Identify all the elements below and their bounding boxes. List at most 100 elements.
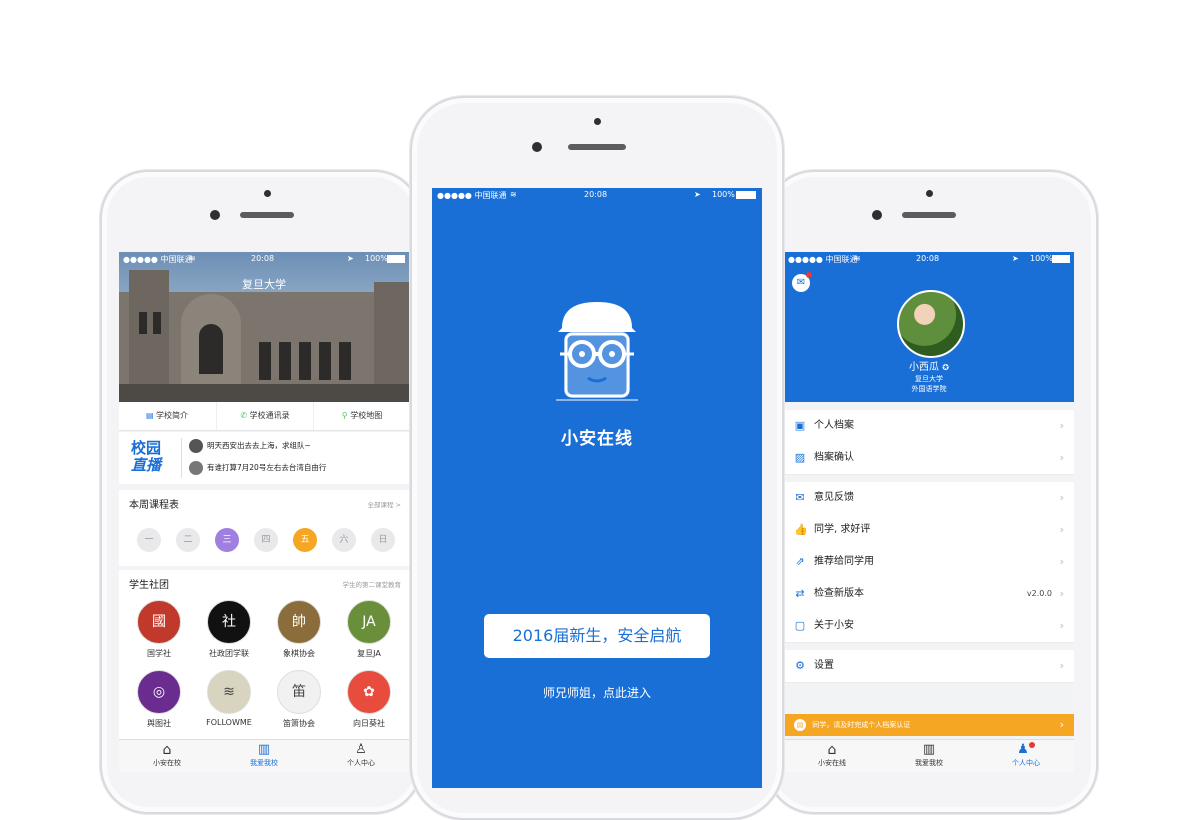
club-logo-icon: JA [347, 600, 391, 644]
location-icon: ➤ [694, 190, 701, 199]
quick-link-map[interactable]: ⚲ 学校地图 [313, 402, 409, 430]
avatar [189, 461, 203, 475]
wifi-icon: ≋ [189, 254, 196, 263]
thumbs-up-icon: 👍 [794, 523, 808, 536]
chevron-right-icon: › [1059, 587, 1064, 600]
verify-banner[interactable]: ▤ 同学，请及时完成个人档案认证 › [784, 714, 1074, 736]
menu-rate[interactable]: 👍 同学, 求好评 › [784, 514, 1074, 547]
club-logo-icon: ✿ [347, 670, 391, 714]
weekday-2[interactable]: 二 [176, 528, 200, 552]
time: 20:08 [584, 190, 608, 199]
clubs-card: 学生社团 学生的第二课堂教育 國国学社社社政团学联帥象棋协会 JA 复旦JA ◎ 舆图社… [119, 570, 409, 740]
menu-feedback[interactable]: ✉ 意见反馈 › [784, 482, 1074, 515]
club-logo-icon: 帥 [277, 600, 321, 644]
club-item[interactable]: 笛笛箫协会 [269, 670, 329, 729]
club-name: 舆图社 [147, 719, 171, 728]
club-item[interactable]: ✿ 向日葵社 [339, 670, 399, 729]
weekday-4[interactable]: 四 [254, 528, 278, 552]
screen-profile: ✉ 小西瓜 ✪ 复旦大学 外国语学院 ●●●●● 中国联通 ≋ 20:08 ➤ … [784, 252, 1074, 772]
user-name: 小西瓜 ✪ [909, 362, 949, 373]
tab-school[interactable]: ▥ 我爱我校 [216, 740, 312, 768]
club-item[interactable]: ◎ 舆图社 [129, 670, 189, 729]
user-college: 外国语学院 [911, 385, 947, 393]
user-icon: ♟ [978, 742, 1074, 758]
weekday-1[interactable]: 一 [137, 528, 161, 552]
phone-right: ✉ 小西瓜 ✪ 复旦大学 外国语学院 ●●●●● 中国联通 ≋ 20:08 ➤ … [766, 170, 1098, 814]
location-icon: ➤ [347, 254, 354, 263]
speaker [568, 144, 626, 150]
app-name: 小安在线 [561, 429, 633, 449]
sensor [926, 190, 933, 197]
club-item[interactable]: 國国学社 [129, 600, 189, 659]
tab-school[interactable]: ▥ 我爱我校 [881, 740, 977, 768]
battery-icon [736, 191, 756, 199]
club-item[interactable]: 社社政团学联 [199, 600, 259, 659]
club-name: 社政团学联 [209, 649, 249, 658]
weekday-7[interactable]: 日 [371, 528, 395, 552]
club-item[interactable]: ≋ FOLLOWME [199, 670, 259, 727]
quick-link-directory[interactable]: ✆ 学校通讯录 [216, 402, 313, 430]
avatar[interactable] [897, 290, 965, 358]
user-school: 复旦大学 [915, 375, 943, 383]
tab-home[interactable]: ⌂ 小安在校 [119, 740, 215, 768]
status-bar: ●●●●● 中国联通 ≋ 20:08 ➤ 100% [784, 252, 1074, 266]
id-card-icon: ▣ [794, 419, 806, 432]
tab-bar: ⌂ 小安在校 ▥ 我爱我校 ♙ 个人中心 [119, 739, 409, 772]
schedule-more-link[interactable]: 全部课程 > [367, 499, 401, 509]
club-name: 象棋协会 [283, 649, 315, 658]
weekday-3[interactable]: 三 [215, 528, 239, 552]
live-item[interactable]: 明天西安出去去上海，求组队~ [189, 438, 311, 454]
gear-icon: ⚙ [795, 659, 805, 672]
tab-bar: ⌂ 小安在线 ▥ 我爱我校 ♟ 个人中心 [784, 739, 1074, 772]
mail-icon: ✉ [795, 491, 805, 504]
status-bar: ●●●●● 中国联通 ≋ 20:08 ➤ 100% [119, 252, 409, 266]
weekday-6[interactable]: 六 [332, 528, 356, 552]
menu-about[interactable]: ▢ 关于小安 › [784, 610, 1074, 643]
front-camera [872, 210, 882, 220]
menu-update[interactable]: ⇄ 检查新版本 v2.0.0 › [784, 578, 1074, 611]
club-item[interactable]: 帥象棋协会 [269, 600, 329, 659]
speaker [240, 212, 294, 218]
location-icon: ➤ [1012, 254, 1019, 263]
enter-link[interactable]: 师兄师姐，点此进入 [432, 684, 762, 701]
club-name: FOLLOWME [206, 718, 252, 727]
menu-archive-confirm[interactable]: ▨ 档案确认 › [784, 442, 1074, 475]
tab-home[interactable]: ⌂ 小安在线 [784, 740, 880, 768]
building-icon: ▥ [922, 742, 936, 757]
home-icon: ⌂ [162, 742, 172, 758]
live-item[interactable]: 有谁打算7月20号左右去台湾自由行 [189, 460, 326, 476]
menu-share[interactable]: ⇗ 推荐给同学用 › [784, 546, 1074, 579]
quick-links: ▤ 学校简介 ✆ 学校通讯录 ⚲ 学校地图 [119, 402, 409, 431]
menu-archive[interactable]: ▣ 个人档案 › [784, 410, 1074, 443]
club-name: 国学社 [147, 649, 171, 658]
phone-icon: ✆ [240, 411, 250, 420]
confirm-icon: ▨ [794, 451, 806, 464]
sensor [264, 190, 271, 197]
club-item[interactable]: JA 复旦JA [339, 600, 399, 659]
wifi-icon: ≋ [510, 190, 517, 199]
mail-icon[interactable]: ✉ [792, 272, 812, 292]
tab-profile[interactable]: ♙ 个人中心 [313, 740, 409, 768]
carrier: ●●●●● 中国联通 [123, 255, 193, 264]
club-logo-icon: ≋ [207, 670, 251, 714]
campus-live: 校园 直播 明天西安出去去上海，求组队~ 有谁打算7月20号左右去台湾自由行 [119, 432, 409, 484]
weekday-5[interactable]: 五 [293, 528, 317, 552]
chevron-right-icon: › [1059, 491, 1064, 504]
quick-link-intro[interactable]: ▤ 学校简介 [119, 402, 215, 430]
user-icon: ♙ [355, 742, 367, 757]
building-icon: ▥ [257, 742, 271, 757]
battery-level: 100% [1030, 254, 1053, 263]
home-icon: ⌂ [827, 742, 837, 758]
club-logo-icon: ◎ [137, 670, 181, 714]
club-logo-icon: 社 [207, 600, 251, 644]
version-label: v2.0.0 [1026, 589, 1052, 598]
mascot-logo-icon [556, 302, 638, 401]
menu-settings[interactable]: ⚙ 设置 › [784, 650, 1074, 683]
club-name: 复旦JA [357, 649, 381, 658]
time: 20:08 [251, 254, 275, 263]
chevron-right-icon: › [1059, 419, 1064, 432]
status-bar: ●●●●● 中国联通 ≋ 20:08 ➤ 100% [432, 188, 762, 202]
tab-profile[interactable]: ♟ 个人中心 [978, 740, 1074, 768]
notification-dot [806, 272, 812, 278]
slogan-button[interactable]: 2016届新生，安全启航 [484, 614, 710, 658]
